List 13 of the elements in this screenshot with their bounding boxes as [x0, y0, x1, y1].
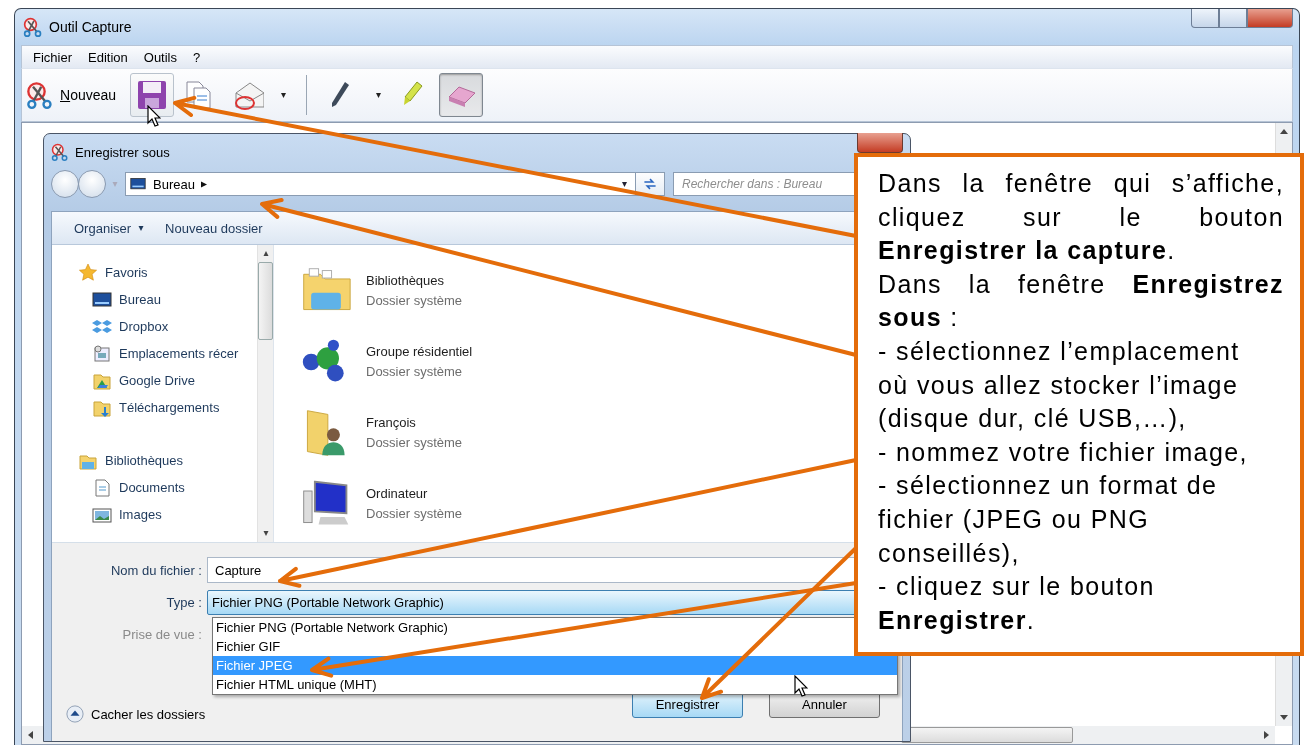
address-text: Bureau: [153, 176, 195, 192]
field-label: Type :: [165, 594, 203, 610]
item-type: Dossier système: [366, 435, 463, 450]
field-label: Nom du fichier :: [109, 562, 203, 578]
callout-text: - sélectionnez l’emplacement où vous allez stocker l’image (disque dur, clé USB,…),: [878, 335, 1241, 435]
field-label: Prise de vue :: [121, 626, 203, 642]
dialog-title: Enregistrer sous: [75, 144, 170, 160]
item-type: Dossier système: [366, 364, 464, 379]
item-type: Dossier système: [366, 506, 463, 521]
callout-text: - nommez votre fichier image,: [878, 436, 1249, 468]
callout-text: Dans la fenêtre Enregistrez sous :: [878, 268, 1284, 334]
item-type: Dossier système: [366, 293, 463, 308]
window-title: Outil Capture: [49, 19, 133, 35]
